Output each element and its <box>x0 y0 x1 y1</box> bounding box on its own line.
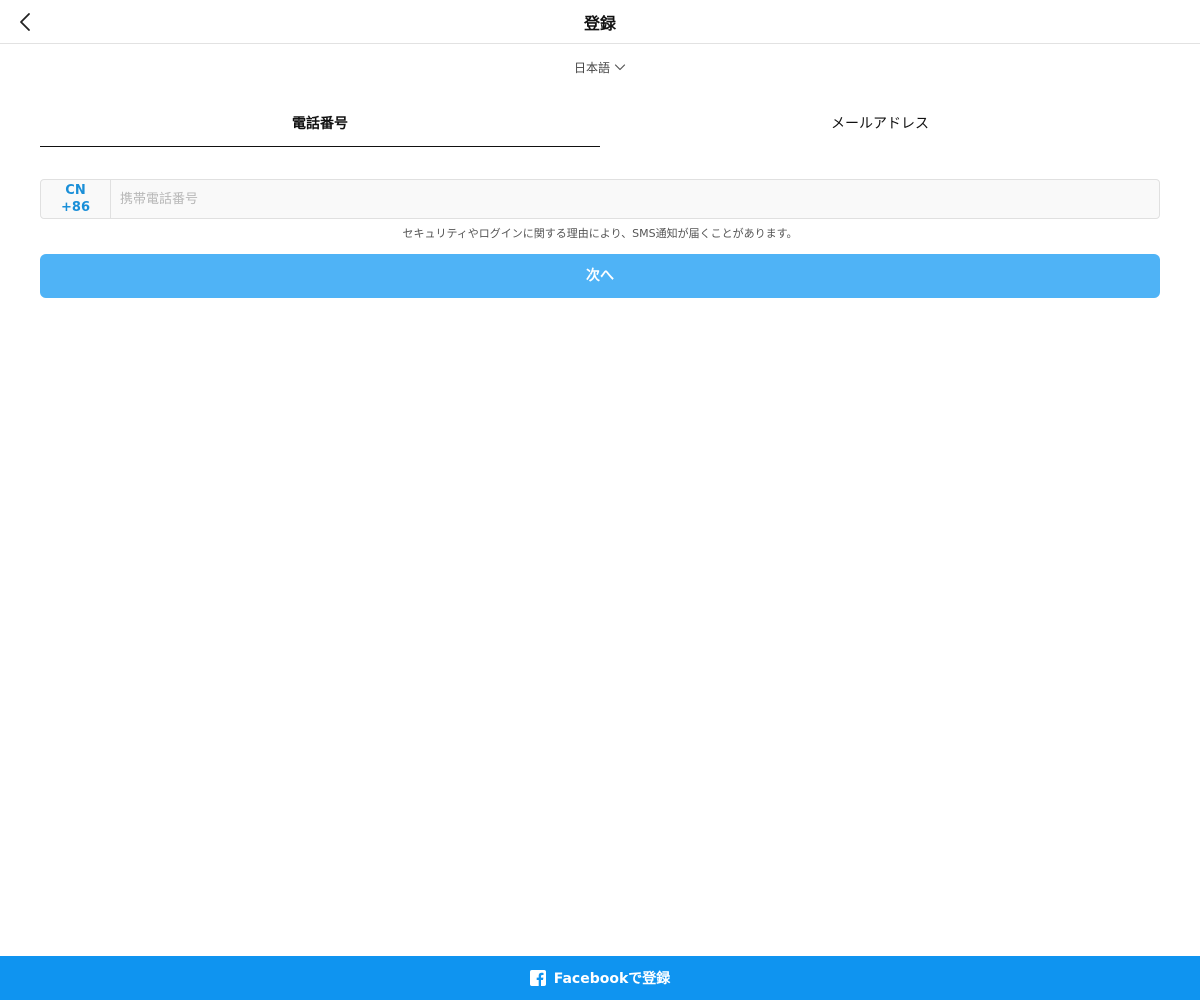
phone-number-field: CN +86 <box>40 179 1160 219</box>
tab-phone-number[interactable]: 電話番号 <box>40 102 600 147</box>
tab-email-address-label: メールアドレス <box>831 116 929 132</box>
country-code-selector[interactable]: CN +86 <box>41 180 111 218</box>
phone-number-input[interactable] <box>111 180 1159 218</box>
facebook-signup-label: Facebookで登録 <box>553 971 671 987</box>
sms-notice-text: セキュリティやログインに関する理由により、SMS通知が届くことがあります。 <box>402 227 798 240</box>
page-title: 登録 <box>583 14 616 33</box>
tab-email-address[interactable]: メールアドレス <box>600 102 1160 146</box>
facebook-icon <box>529 970 546 986</box>
language-selected-label: 日本語 <box>573 60 610 75</box>
dial-code-label: +86 <box>61 200 90 215</box>
tab-phone-number-label: 電話番号 <box>292 116 348 132</box>
header: 登録 <box>0 0 1200 44</box>
next-button[interactable]: 次へ <box>40 254 1160 298</box>
register-page: 登録 日本語 電話番号 メールアドレス CN +86 セキュリティやログインに関… <box>0 0 1200 1000</box>
signup-method-tabs: 電話番号 メールアドレス <box>40 102 1160 148</box>
chevron-down-icon <box>614 61 626 73</box>
facebook-signup-button[interactable]: Facebookで登録 <box>0 956 1200 1000</box>
language-selector[interactable]: 日本語 <box>0 56 1200 78</box>
country-code-label: CN <box>65 183 86 198</box>
